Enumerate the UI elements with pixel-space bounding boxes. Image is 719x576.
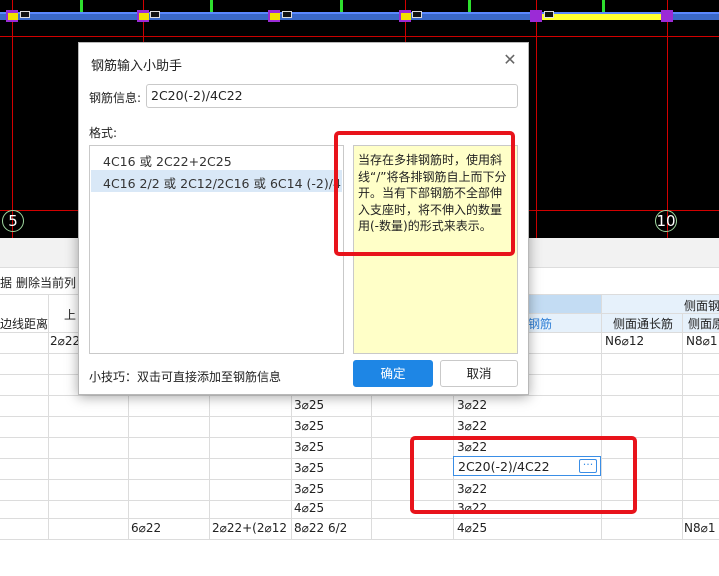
support-stub	[210, 0, 213, 12]
table-cell[interactable]: 2⌀22+(2⌀12	[212, 521, 290, 535]
support-stub	[340, 0, 343, 12]
header-side-long: 侧面通长筋	[613, 317, 674, 331]
toolbar-item[interactable]: 据	[0, 274, 12, 291]
ok-button[interactable]: 确定	[353, 360, 433, 387]
selected-beam-span	[540, 14, 670, 20]
label-box	[20, 11, 30, 18]
header-rebar: 钢筋	[528, 317, 553, 331]
support-stub	[602, 0, 605, 12]
highlight-box-cell	[410, 436, 637, 514]
format-item[interactable]: 4C16 或 2C22+2C25	[91, 148, 342, 170]
axis-label-10: 10	[655, 210, 677, 232]
table-cell[interactable]: N6⌀12	[605, 334, 644, 348]
column-marker-fill	[139, 13, 149, 20]
column-marker	[530, 10, 542, 22]
axis-label-5: 5	[2, 210, 24, 232]
label-box	[282, 11, 292, 18]
label-box	[412, 11, 422, 18]
cancel-button[interactable]: 取消	[440, 360, 518, 387]
highlight-box-hint	[334, 131, 515, 256]
table-cell[interactable]: 6⌀22	[131, 521, 161, 535]
table-cell[interactable]: 2⌀22	[50, 334, 80, 348]
table-cell[interactable]: N8⌀1	[686, 334, 717, 348]
label-box	[544, 11, 554, 18]
table-cell[interactable]: N8⌀1	[684, 521, 715, 535]
header-side-partial: 侧面原	[688, 317, 719, 331]
format-list[interactable]: 4C16 或 2C22+2C25 4C16 2/2 或 2C12/2C16 或 …	[89, 145, 344, 354]
column-marker-fill	[401, 13, 411, 20]
header-side-group: 侧面钢	[684, 299, 719, 313]
grid-line	[0, 36, 719, 37]
delete-column-button[interactable]: 删除当前列	[16, 274, 76, 291]
tip-text: 小技巧：双击可直接添加至钢筋信息	[89, 370, 282, 384]
rebar-info-label: 钢筋信息:	[89, 91, 142, 105]
table-cell[interactable]: 3⌀25	[294, 419, 324, 433]
column-marker-fill	[8, 13, 18, 20]
support-stub	[468, 0, 471, 12]
close-icon[interactable]: ✕	[502, 52, 518, 69]
rebar-info-input[interactable]: 2C20(-2)/4C22	[146, 84, 518, 108]
table-cell[interactable]: 3⌀25	[294, 461, 324, 475]
table-cell[interactable]: 4⌀25	[294, 501, 324, 515]
format-item-selected[interactable]: 4C16 2/2 或 2C12/2C16 或 6C14 (-2)/4	[91, 170, 342, 192]
table-cell[interactable]: 3⌀22	[457, 398, 487, 412]
table-cell[interactable]: 3⌀22	[457, 419, 487, 433]
column-marker	[661, 10, 673, 22]
table-cell[interactable]: 8⌀22 6/2	[294, 521, 347, 535]
column-marker-fill	[270, 13, 280, 20]
label-box	[150, 11, 160, 18]
header-top: 上	[64, 308, 77, 322]
format-label: 格式:	[89, 126, 118, 140]
table-cell[interactable]: 4⌀25	[457, 521, 487, 535]
header-left: 边线距离	[0, 317, 49, 331]
table-cell[interactable]: 3⌀25	[294, 398, 324, 412]
dialog-title: 钢筋输入小助手	[91, 59, 183, 74]
table-cell[interactable]: 3⌀25	[294, 482, 324, 496]
table-cell[interactable]: 3⌀25	[294, 440, 324, 454]
support-stub	[80, 0, 83, 12]
